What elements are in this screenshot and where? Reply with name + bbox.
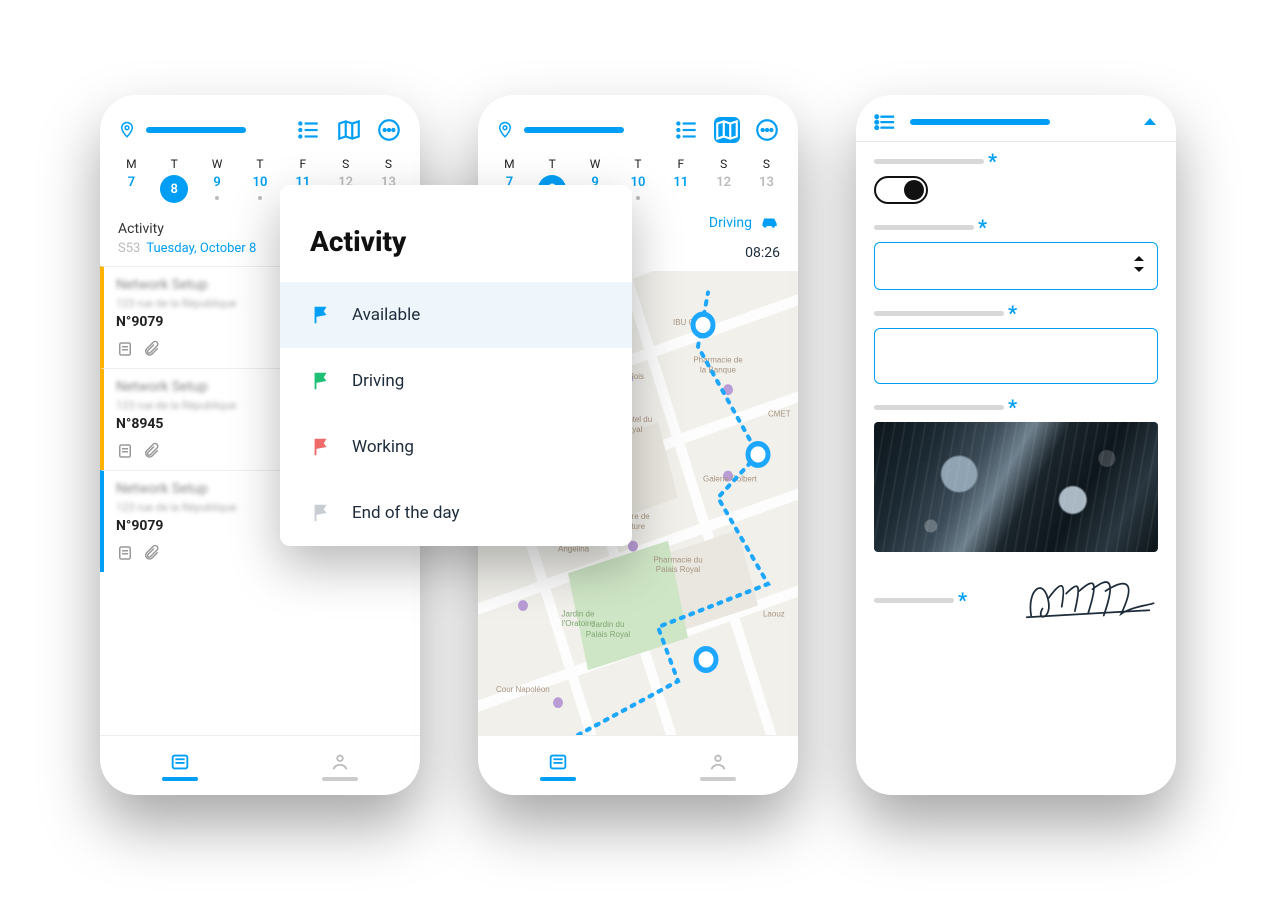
flag-icon	[310, 370, 332, 392]
map-label: Laouz	[763, 608, 785, 618]
flag-icon	[310, 436, 332, 458]
toggle-switch[interactable]	[874, 176, 928, 204]
activity-option-working[interactable]: Working	[280, 414, 632, 480]
cal-day[interactable]: W9	[200, 157, 234, 203]
flag-icon	[310, 304, 332, 326]
cal-day[interactable]: T8	[157, 157, 191, 203]
field-label: *	[874, 595, 967, 605]
list-icon[interactable]	[874, 113, 896, 131]
map-icon[interactable]	[714, 117, 740, 143]
field-label: *	[874, 222, 1158, 232]
nav-profile-button[interactable]	[260, 736, 420, 795]
bottom-nav	[100, 735, 420, 795]
location-pin-icon[interactable]	[118, 119, 136, 141]
cal-day[interactable]: S12	[707, 157, 741, 203]
option-label: End of the day	[352, 503, 460, 523]
map-label: Pharmacie dela Banque	[693, 354, 743, 374]
activity-option-driving[interactable]: Driving	[280, 348, 632, 414]
topbar	[478, 95, 798, 153]
engine-photo[interactable]	[874, 422, 1158, 552]
text-input[interactable]	[874, 328, 1158, 384]
form-header	[856, 95, 1176, 141]
phone-form: * * * * *	[856, 95, 1176, 795]
select-arrows-icon	[1133, 254, 1145, 278]
list-icon[interactable]	[296, 117, 322, 143]
note-icon	[116, 340, 134, 358]
bottom-nav	[478, 735, 798, 795]
select-input[interactable]	[874, 242, 1158, 290]
topbar	[100, 95, 420, 153]
field-label: *	[874, 402, 1158, 412]
map-label: Pharmacie duPalais Royal	[653, 554, 703, 574]
collapse-icon[interactable]	[1142, 114, 1158, 130]
map-label: CMET	[768, 408, 791, 418]
form-body: * * * * *	[856, 142, 1176, 795]
more-icon[interactable]	[376, 117, 402, 143]
nav-profile-button[interactable]	[638, 736, 798, 795]
flag-icon	[310, 502, 332, 524]
attachment-icon	[142, 544, 160, 562]
form-field-image: *	[874, 402, 1158, 552]
form-field-signature: *	[874, 570, 1158, 630]
option-label: Working	[352, 437, 414, 457]
map-label: Galerie Colbert	[703, 473, 757, 483]
form-field-select: *	[874, 222, 1158, 290]
option-label: Available	[352, 305, 420, 325]
more-icon[interactable]	[754, 117, 780, 143]
note-icon	[116, 544, 134, 562]
cal-day[interactable]: T10	[243, 157, 277, 203]
cal-day[interactable]: S13	[749, 157, 783, 203]
activity-option-available[interactable]: Available	[280, 282, 632, 348]
car-icon	[760, 213, 780, 233]
popup-title: Activity	[280, 185, 632, 282]
form-field-text: *	[874, 308, 1158, 384]
list-icon[interactable]	[674, 117, 700, 143]
activity-option-end[interactable]: End of the day	[280, 480, 632, 546]
title-placeholder	[910, 119, 1050, 125]
field-label: *	[874, 156, 1158, 166]
title-placeholder	[524, 127, 624, 133]
location-pin-icon[interactable]	[496, 119, 514, 141]
nav-tasks-button[interactable]	[100, 736, 260, 795]
title-placeholder	[146, 127, 246, 133]
cal-day[interactable]: M7	[114, 157, 148, 203]
map-icon[interactable]	[336, 117, 362, 143]
map-label: Cour Napoléon	[496, 684, 550, 694]
attachment-icon	[142, 340, 160, 358]
map-label: Jardin del'Oratoire	[562, 608, 595, 628]
activity-popup: Activity Available Driving Working End o…	[280, 185, 632, 546]
signature-image[interactable]	[1018, 570, 1158, 630]
option-label: Driving	[352, 371, 404, 391]
form-field-toggle: *	[874, 156, 1158, 204]
field-label: *	[874, 308, 1158, 318]
note-icon	[116, 442, 134, 460]
attachment-icon	[142, 442, 160, 460]
nav-tasks-button[interactable]	[478, 736, 638, 795]
cal-day[interactable]: F11	[664, 157, 698, 203]
current-time: 08:26	[745, 245, 780, 261]
